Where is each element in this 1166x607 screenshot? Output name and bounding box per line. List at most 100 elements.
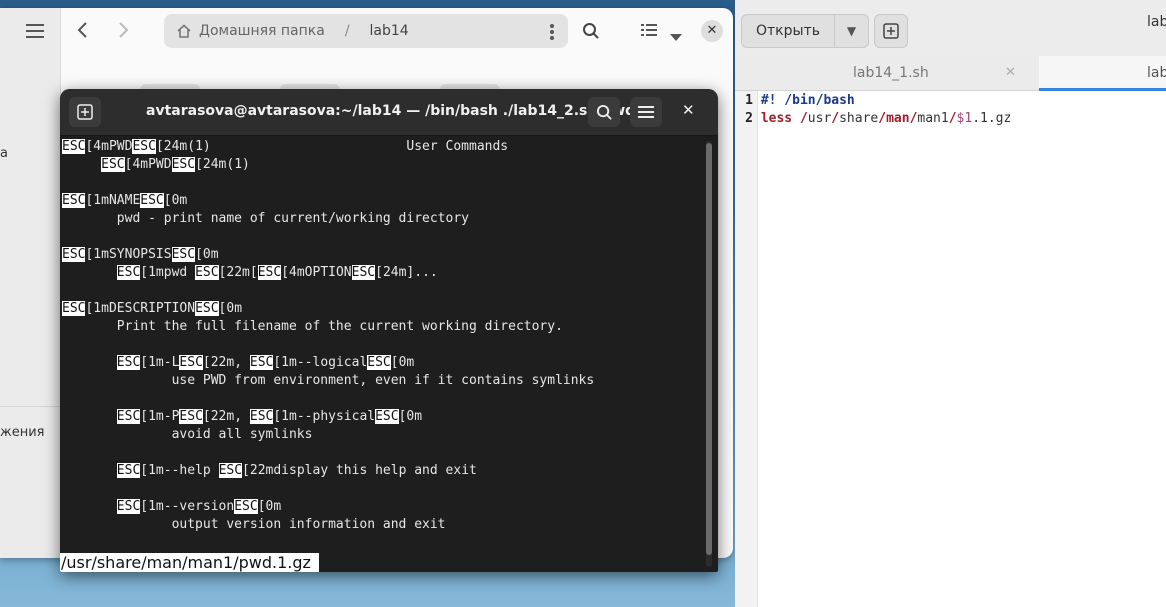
back-icon[interactable] bbox=[76, 20, 90, 45]
code-token: man bbox=[886, 111, 910, 126]
new-tab-button[interactable] bbox=[69, 97, 101, 127]
code-token: $1 bbox=[956, 111, 973, 126]
code-token: / bbox=[831, 111, 840, 126]
escape-marker: ESC bbox=[116, 463, 141, 478]
sidebar-divider bbox=[0, 406, 60, 407]
files-close-button[interactable]: ✕ bbox=[701, 20, 723, 42]
text-editor-window: Открыть ▼ lab lab14_1.sh ✕ lab 1 #! /bin… bbox=[735, 0, 1166, 607]
code-token: / bbox=[878, 111, 887, 126]
code-token: / bbox=[799, 111, 808, 126]
terminal-text: [1m--physical bbox=[273, 409, 376, 424]
tab2-label: lab bbox=[1147, 65, 1166, 81]
terminal-text: [1mSYNOPSIS bbox=[85, 247, 172, 262]
terminal-line: ESC[1mNAMEESC[0m bbox=[62, 192, 702, 210]
code-token: share bbox=[839, 111, 879, 126]
sidebar-menu-icon[interactable] bbox=[26, 24, 44, 38]
files-sidebar: a жения bbox=[0, 8, 61, 558]
terminal-text: [1mpwd bbox=[140, 265, 196, 280]
tab-active[interactable]: lab bbox=[1039, 56, 1166, 91]
escape-marker: ESC bbox=[62, 139, 86, 154]
terminal-line: ESC[1m-LESC[22m, ESC[1m--logicalESC[0m bbox=[62, 354, 702, 372]
terminal-text: [0m bbox=[195, 247, 219, 262]
sidebar-item-fragment[interactable]: a bbox=[0, 146, 8, 161]
code-line: 1 #! /bin/bash bbox=[735, 92, 1011, 110]
escape-marker: ESC bbox=[367, 355, 391, 370]
escape-marker: ESC bbox=[195, 265, 219, 280]
terminal-text: [1mDESCRIPTION bbox=[85, 301, 196, 316]
terminal-text: [1m--help bbox=[140, 463, 219, 478]
path-bar[interactable]: Домашняя папка / lab14 bbox=[164, 14, 568, 48]
terminal-text: [0m bbox=[390, 355, 415, 370]
terminal-line: ESC[1m--help ESC[22mdisplay this help an… bbox=[62, 462, 702, 480]
new-tab-icon bbox=[77, 104, 93, 120]
terminal-text: Print the full filename of the current w… bbox=[62, 319, 563, 334]
list-view-icon[interactable] bbox=[641, 22, 657, 42]
escape-marker: ESC bbox=[116, 409, 141, 424]
terminal-search-button[interactable] bbox=[588, 97, 620, 127]
escape-marker: ESC bbox=[101, 157, 125, 172]
terminal-text: [1m--version bbox=[140, 499, 235, 514]
terminal-text: use PWD from environment, even if it con… bbox=[62, 373, 595, 388]
open-dropdown-icon[interactable]: ▼ bbox=[835, 15, 868, 47]
escape-marker: ESC bbox=[171, 157, 196, 172]
editor-tab-bar: lab14_1.sh ✕ lab bbox=[735, 56, 1166, 91]
open-button-label[interactable]: Открыть bbox=[742, 15, 835, 47]
forward-icon[interactable] bbox=[116, 20, 130, 45]
new-tab-button[interactable] bbox=[874, 14, 908, 48]
terminal-line: use PWD from environment, even if it con… bbox=[62, 372, 702, 390]
terminal-text: [24m(1) User Commands bbox=[155, 139, 509, 154]
line-number: 1 bbox=[745, 93, 753, 108]
search-icon[interactable] bbox=[582, 22, 600, 44]
terminal-text: [1m--logical bbox=[273, 355, 368, 370]
terminal-text: [0m bbox=[163, 193, 188, 208]
terminal-text: [24m]... bbox=[375, 265, 438, 280]
code-token: .1.gz bbox=[972, 111, 1012, 126]
open-button[interactable]: Открыть ▼ bbox=[741, 14, 869, 48]
code-token: usr bbox=[807, 111, 832, 126]
path-menu-icon[interactable] bbox=[550, 24, 554, 42]
path-home[interactable]: Домашняя папка bbox=[199, 23, 325, 39]
terminal-line: avoid all symlinks bbox=[62, 426, 702, 444]
terminal-text: [1m-P bbox=[140, 409, 180, 424]
search-icon bbox=[596, 104, 612, 120]
path-current[interactable]: lab14 bbox=[370, 23, 409, 39]
escape-marker: ESC bbox=[62, 247, 86, 262]
terminal-title: avtarasova@avtarasova:~/lab14 — /bin/bas… bbox=[146, 103, 636, 119]
terminal-close-icon[interactable]: ✕ bbox=[682, 101, 695, 119]
pager-status-line: /usr/share/man/man1/pwd.1.gz bbox=[60, 553, 319, 572]
code-token: / bbox=[948, 111, 957, 126]
escape-marker: ESC bbox=[257, 265, 282, 280]
line-number-gutter bbox=[735, 91, 758, 607]
terminal-output[interactable]: ESC[4mPWDESC[24m(1) User Commands ESC[4m… bbox=[62, 138, 702, 568]
terminal-scrollbar[interactable] bbox=[706, 141, 712, 567]
view-options-chevron-icon[interactable] bbox=[670, 27, 682, 46]
terminal-text: [22m[ bbox=[218, 265, 258, 280]
terminal-text: pwd - print name of current/working dire… bbox=[62, 211, 469, 226]
terminal-text: [1m-L bbox=[140, 355, 180, 370]
tab1-close-icon[interactable]: ✕ bbox=[1005, 56, 1016, 90]
terminal-line: ESC[1m-PESC[22m, ESC[1m--physicalESC[0m bbox=[62, 408, 702, 426]
terminal-menu-button[interactable] bbox=[630, 97, 662, 127]
terminal-text: [0m bbox=[218, 301, 243, 316]
tab-lab14-1[interactable]: lab14_1.sh ✕ bbox=[735, 56, 1039, 90]
home-icon bbox=[177, 24, 191, 38]
editor-headerbar: Открыть ▼ lab bbox=[735, 0, 1166, 57]
escape-marker: ESC bbox=[375, 409, 399, 424]
sidebar-item-fragment-2[interactable]: жения bbox=[0, 425, 44, 440]
code-token: less bbox=[760, 111, 793, 126]
terminal-line: ESC[4mPWDESC[24m(1) bbox=[62, 156, 702, 174]
code-area[interactable]: 1 #! /bin/bash 2 less /usr/share/man/man1… bbox=[735, 92, 1011, 128]
escape-marker: ESC bbox=[171, 247, 196, 262]
code-line: 2 less /usr/share/man/man1/$1.1.gz bbox=[735, 110, 1011, 128]
